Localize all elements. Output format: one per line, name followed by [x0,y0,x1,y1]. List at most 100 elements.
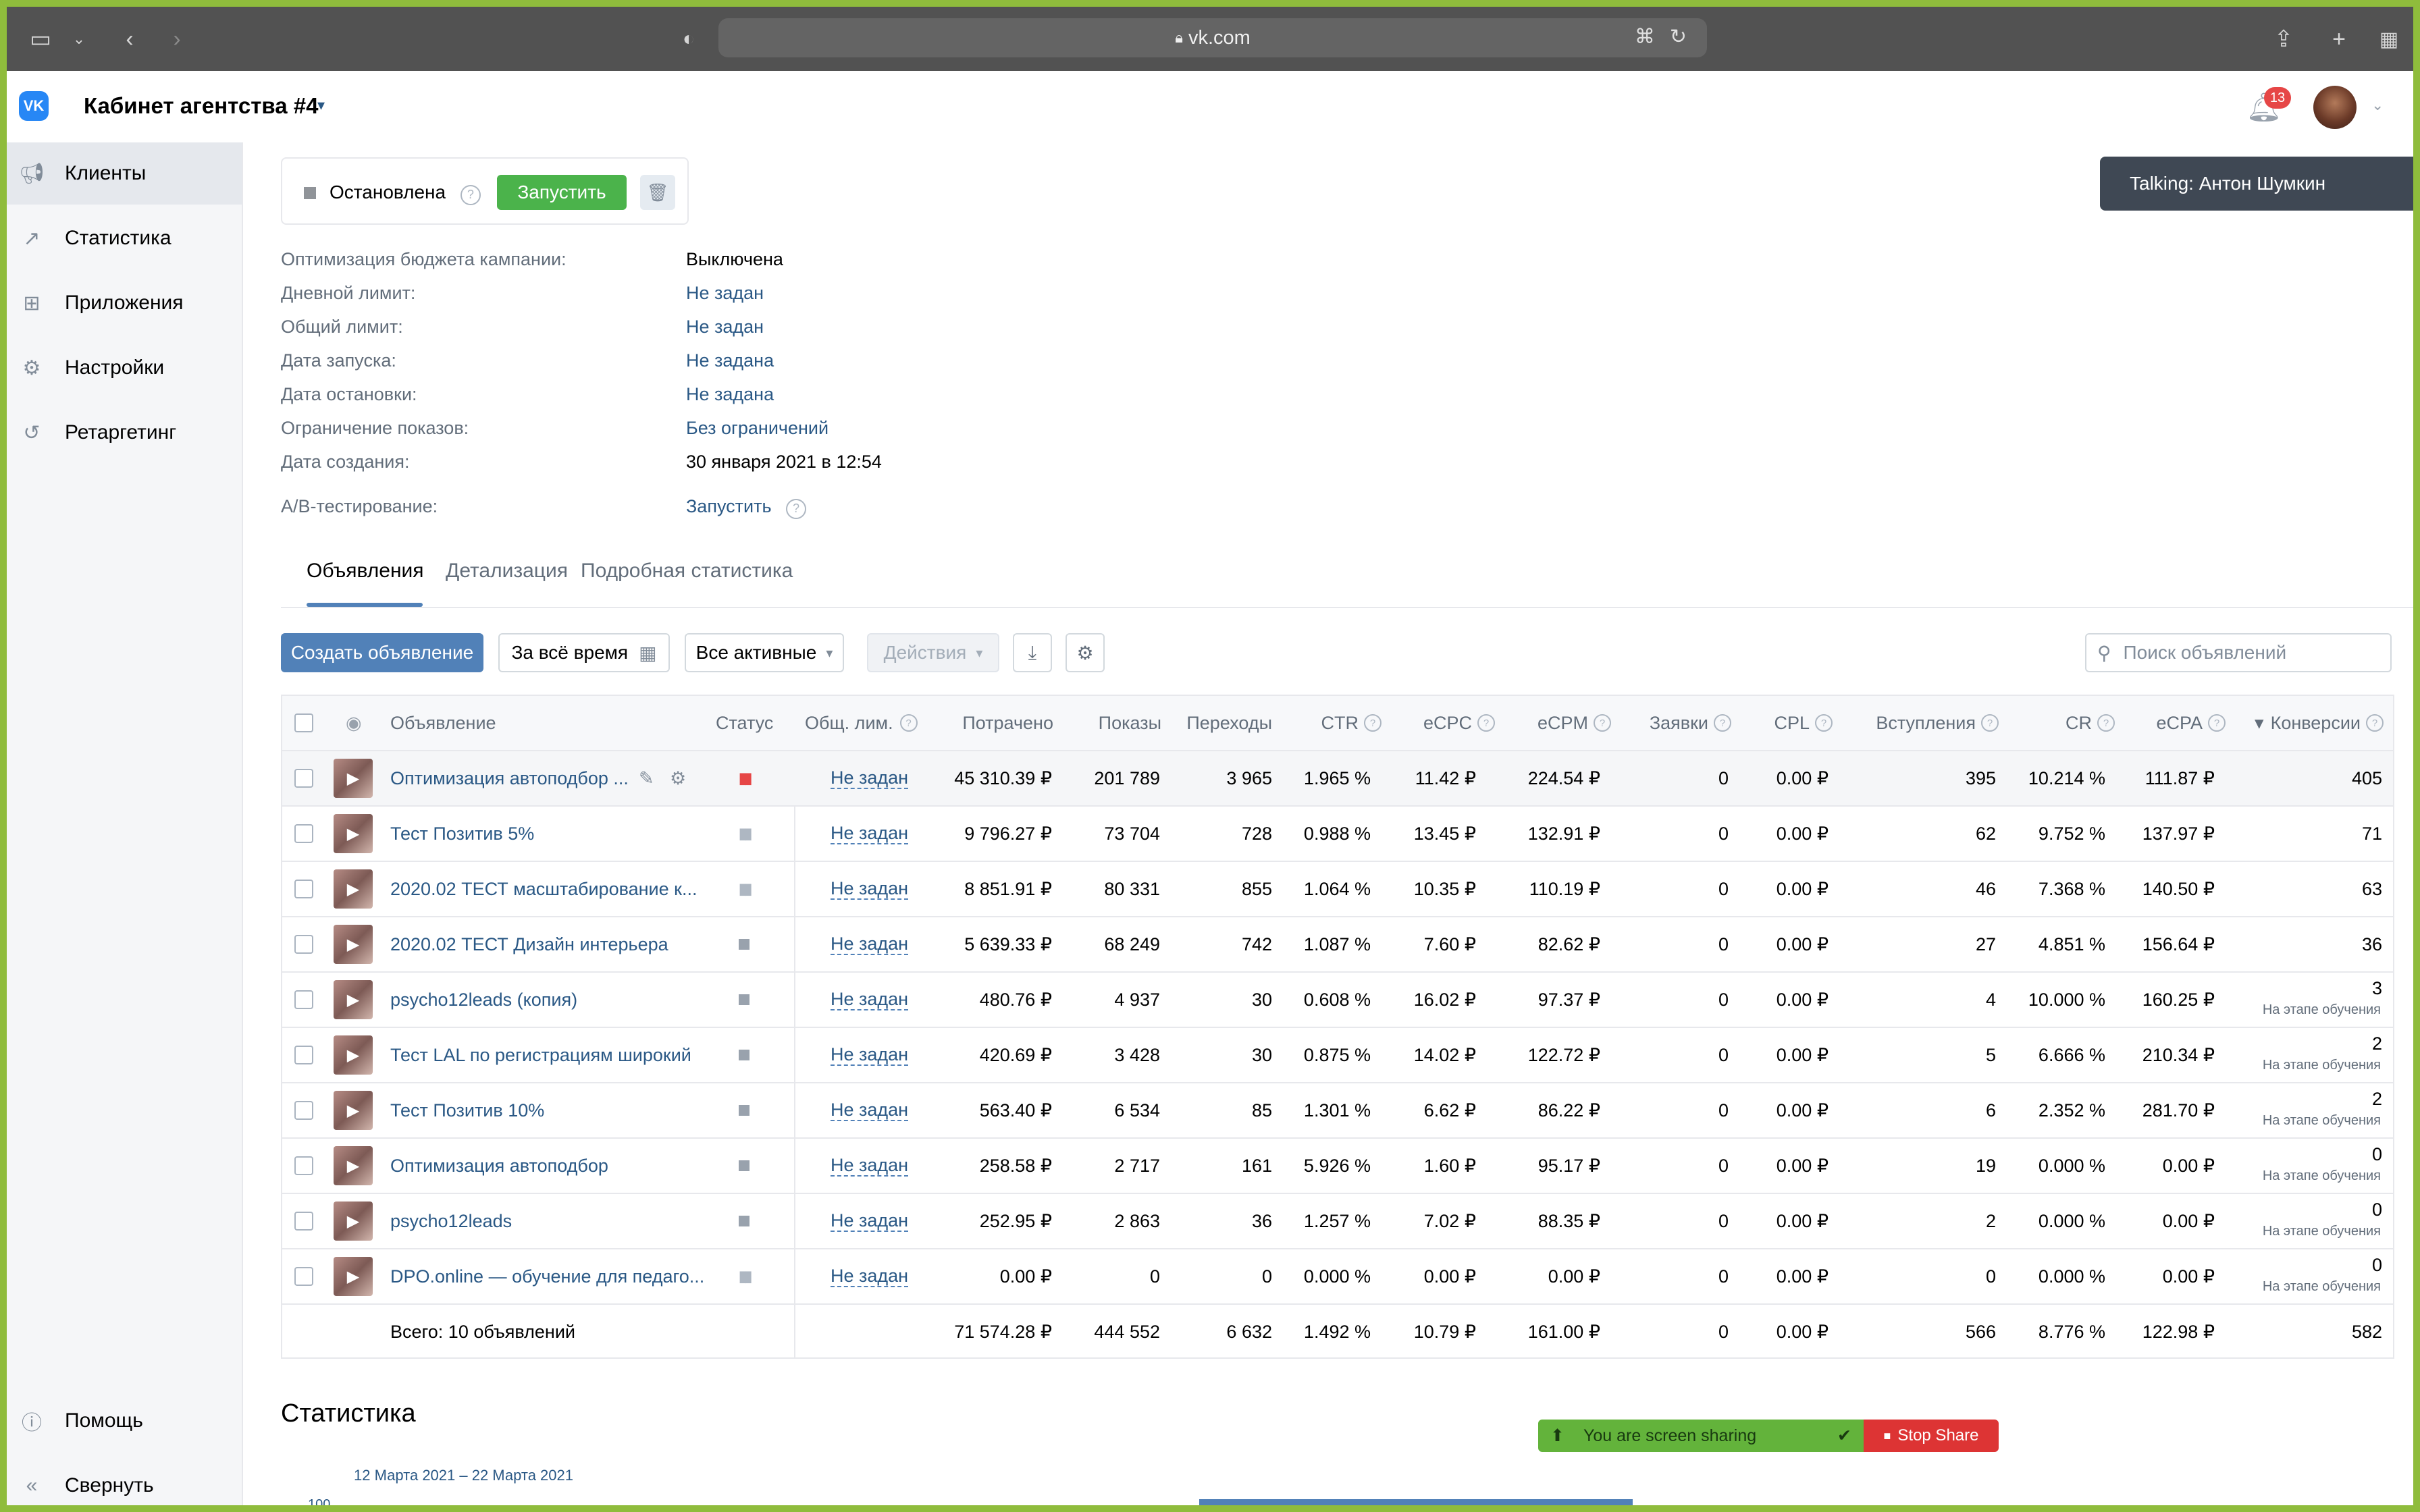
search-input[interactable]: ⚲ Поиск объявлений [2085,633,2392,672]
row-select[interactable] [294,1028,313,1082]
avatar[interactable] [2313,86,2357,129]
checkbox[interactable] [294,1267,313,1286]
actions-select[interactable]: Действия ▾ [867,633,999,672]
question-icon[interactable]: ? [2366,714,2384,732]
sidebar-item-apps[interactable]: ⊞ Приложения [7,272,242,334]
pencil-icon[interactable]: ✎ [639,751,654,805]
tab-detailed-stats[interactable]: Подробная статистика [581,560,793,583]
limit-link[interactable]: Не задан [831,989,909,1010]
collapse-button[interactable]: « Свернуть [7,1455,242,1505]
table-row[interactable]: ▶ Оптимизация автоподбор Не задан 258.58 ₽ 2… [282,1139,2393,1194]
question-icon[interactable]: ? [1477,714,1495,732]
ad-thumbnail[interactable]: ▶ [334,1194,373,1248]
row-select[interactable] [294,917,313,971]
tab-overview-icon[interactable]: ▦ [2375,26,2402,53]
tab-details[interactable]: Детализация [446,560,568,583]
ad-status[interactable] [739,917,749,971]
table-row[interactable]: ▶ Оптимизация автоподбор ... ✎ ⚙ ▮▮ Не задан 4… [282,751,2393,807]
share-icon[interactable]: ⇪ [2270,26,2297,53]
checkbox[interactable] [294,935,313,954]
checkbox[interactable] [294,824,313,843]
ad-thumbnail[interactable]: ▶ [334,751,373,805]
sidebar-item-settings[interactable]: ⚙ Настройки [7,337,242,399]
row-select[interactable] [294,751,313,805]
new-tab-icon[interactable]: + [2325,26,2352,53]
sort-desc-icon[interactable]: ▾ [2255,713,2264,734]
ad-thumbnail[interactable]: ▶ [334,862,373,916]
sidebar-toggle-icon[interactable]: ▭ [27,26,54,53]
help-link[interactable]: ⓘ Помощь [7,1390,242,1452]
row-select[interactable] [294,973,313,1027]
address-bar[interactable]: 🔒︎ vk.com ⌘ ↻ [718,18,1707,57]
translate-icon[interactable]: ⌘ [1635,25,1655,49]
chevron-down-icon[interactable]: ⌄ [2371,97,2384,114]
filter-select[interactable]: Все активные ▾ [685,633,844,672]
ad-limit[interactable]: Не задан [831,1083,909,1137]
period-select[interactable]: За всё время ▦ [498,633,670,672]
column-header[interactable]: Общ. лим.? [805,696,918,750]
row-select[interactable] [294,862,313,916]
cabinet-title[interactable]: Кабинет агентства #4 [84,93,318,119]
question-icon[interactable]: ? [1981,714,1999,732]
ad-name[interactable]: DPO.online — обучение для педаго... [390,1266,704,1287]
ad-name-link[interactable]: DPO.online — обучение для педаго... [390,1249,704,1303]
vk-logo[interactable]: VK [19,91,49,121]
checkbox[interactable] [294,880,313,898]
prop-value[interactable]: Без ограничений [686,418,828,439]
ad-name-link[interactable]: psycho12leads (копия) [390,973,577,1027]
limit-link[interactable]: Не задан [831,767,909,789]
sidebar-item-clients[interactable]: 📢︎ Клиенты [7,142,242,205]
header-select-all[interactable] [294,696,313,750]
ad-name[interactable]: Тест Позитив 5% [390,824,534,844]
privacy-shield-icon[interactable]: ◐ [675,26,702,53]
ad-limit[interactable]: Не задан [831,1249,909,1303]
column-header[interactable]: Переходы [1186,696,1272,750]
ad-name[interactable]: Оптимизация автоподбор ... [390,768,629,789]
stats-date-range[interactable]: 12 Марта 2021 – 22 Марта 2021 [354,1467,573,1484]
ad-limit[interactable]: Не задан [831,862,909,916]
ad-status[interactable]: ▮▮ [739,751,752,805]
checkbox[interactable] [294,1156,313,1175]
ad-limit[interactable]: Не задан [831,1194,909,1248]
gear-icon[interactable]: ⚙ [670,751,686,805]
create-ad-button[interactable]: Создать объявление [281,633,483,672]
ad-status[interactable] [739,1139,749,1193]
checkbox[interactable] [294,713,313,732]
row-select[interactable] [294,807,313,861]
sidebar-item-statistics[interactable]: ↗ Статистика [7,207,242,269]
ad-limit[interactable]: Не задан [831,1139,909,1193]
limit-link[interactable]: Не задан [831,823,909,844]
prop-value[interactable]: Не задана [686,350,774,371]
ad-status[interactable] [739,1028,749,1082]
ad-name[interactable]: 2020.02 ТЕСТ масштабирование к... [390,879,697,900]
download-icon[interactable]: ⤓ [1013,633,1052,672]
table-row[interactable]: ▶ 2020.02 ТЕСТ Дизайн интерьера Не задан 5 … [282,917,2393,973]
chevron-down-icon[interactable]: ⌄ [69,26,89,53]
stop-share-button[interactable]: ■ Stop Share [1864,1420,1999,1452]
ad-status[interactable] [739,1194,749,1248]
limit-link[interactable]: Не задан [831,878,909,900]
column-header[interactable]: CR? [2066,696,2115,750]
table-row[interactable]: ▶ DPO.online — обучение для педаго... ▮▮ Не… [282,1249,2393,1305]
question-icon[interactable]: ? [1594,714,1611,732]
ad-status[interactable]: ▮▮ [739,862,752,916]
eye-icon[interactable]: ◉ [346,696,362,750]
question-icon[interactable]: ? [2097,714,2115,732]
prop-value[interactable]: Не задан [686,317,764,338]
table-row[interactable]: ▶ Тест Позитив 10% Не задан 563.40 ₽ 6 534 85… [282,1083,2393,1139]
limit-link[interactable]: Не задан [831,1100,909,1121]
question-icon[interactable]: ? [460,184,481,205]
ad-thumbnail[interactable]: ▶ [334,1028,373,1082]
column-header[interactable]: eCPM? [1537,696,1611,750]
checkbox[interactable] [294,1046,313,1064]
column-header[interactable]: Заявки? [1650,696,1731,750]
sidebar-item-retargeting[interactable]: ↺ Ретаргетинг [7,402,242,464]
ad-thumbnail[interactable]: ▶ [334,1139,373,1193]
ad-thumbnail[interactable]: ▶ [334,1249,373,1303]
ad-status[interactable]: ▮▮ [739,807,752,861]
ad-status[interactable] [739,973,749,1027]
limit-link[interactable]: Не задан [831,1210,909,1232]
ad-name[interactable]: psycho12leads [390,1211,512,1232]
ad-name-link[interactable]: Оптимизация автоподбор [390,1139,608,1193]
question-icon[interactable]: ? [899,714,918,732]
